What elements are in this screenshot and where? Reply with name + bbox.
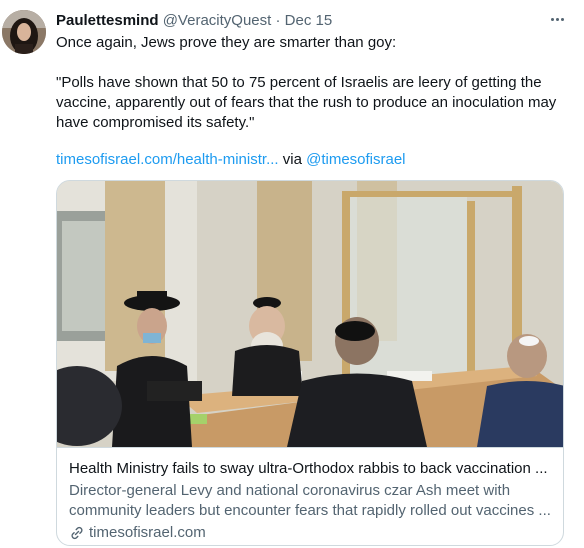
tweet-date[interactable]: Dec 15 <box>285 12 333 29</box>
card-title[interactable]: Health Ministry fails to sway ultra-Orth… <box>69 459 553 479</box>
card-domain: timesofisrael.com <box>69 523 553 543</box>
author-name[interactable]: Paulettesmind <box>56 12 159 29</box>
card-description-line: community leaders but encounter fears th… <box>69 502 551 519</box>
avatar[interactable] <box>2 10 46 54</box>
link-preview-card[interactable]: Health Ministry fails to sway ultra-Orth… <box>56 180 564 546</box>
tweet-header: Paulettesmind @VeracityQuest · Dec 15 <box>56 11 332 31</box>
link-chain-icon <box>71 526 83 540</box>
card-image <box>57 181 563 447</box>
tweet-text: Once again, Jews prove they are smarter … <box>56 33 566 133</box>
avatar-image <box>2 10 46 54</box>
more-dots-icon[interactable] <box>546 10 568 28</box>
tweet-quote: "Polls have shown that 50 to 75 percent … <box>56 74 557 131</box>
tweet: Paulettesmind @VeracityQuest · Dec 15 On… <box>0 0 584 548</box>
card-body: Health Ministry fails to sway ultra-Orth… <box>57 447 563 545</box>
author-handle[interactable]: @VeracityQuest <box>163 12 272 29</box>
tweet-line: Once again, Jews prove they are smarter … <box>56 34 397 51</box>
separator-dot: · <box>275 12 281 29</box>
via-text: via <box>278 151 307 168</box>
card-domain-text: timesofisrael.com <box>89 524 206 541</box>
card-description-line: Director-general Levy and national coron… <box>69 482 511 499</box>
via-handle-link[interactable]: @timesofisrael <box>306 151 405 168</box>
tweet-link-line: timesofisrael.com/health-ministr... via … <box>56 150 406 170</box>
card-description: Director-general Levy and national coron… <box>69 481 553 521</box>
article-link[interactable]: timesofisrael.com/health-ministr... <box>56 151 279 168</box>
